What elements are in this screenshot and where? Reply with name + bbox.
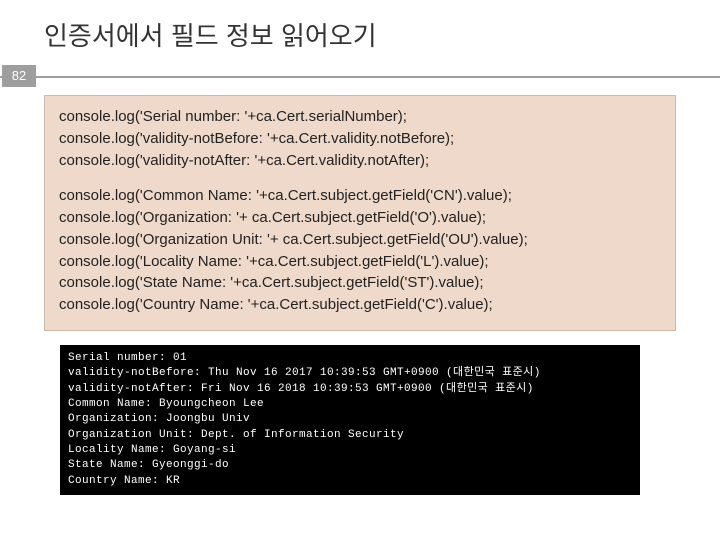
slide: 인증서에서 필드 정보 읽어오기 82 console.log('Serial … bbox=[0, 0, 720, 540]
terminal-line: Serial number: 01 bbox=[68, 351, 632, 366]
code-line: console.log('Organization Unit: '+ ca.Ce… bbox=[59, 229, 661, 251]
code-line: console.log('Organization: '+ ca.Cert.su… bbox=[59, 207, 661, 229]
terminal-output: Serial number: 01 validity-notBefore: Th… bbox=[60, 345, 640, 496]
code-blank-line bbox=[59, 171, 661, 185]
terminal-line: Common Name: Byoungcheon Lee bbox=[68, 397, 632, 412]
horizontal-rule bbox=[0, 76, 720, 78]
code-block: console.log('Serial number: '+ca.Cert.se… bbox=[44, 95, 676, 331]
code-line: console.log('validity-notAfter: '+ca.Cer… bbox=[59, 150, 661, 172]
terminal-line: Country Name: KR bbox=[68, 474, 632, 489]
page-title: 인증서에서 필드 정보 읽어오기 bbox=[0, 0, 720, 53]
page-number-badge: 82 bbox=[2, 65, 36, 87]
code-line: console.log('State Name: '+ca.Cert.subje… bbox=[59, 272, 661, 294]
code-line: console.log('Country Name: '+ca.Cert.sub… bbox=[59, 294, 661, 316]
code-line: console.log('Locality Name: '+ca.Cert.su… bbox=[59, 251, 661, 273]
terminal-line: validity-notAfter: Fri Nov 16 2018 10:39… bbox=[68, 382, 632, 397]
terminal-line: State Name: Gyeonggi-do bbox=[68, 458, 632, 473]
title-rule: 82 bbox=[0, 65, 720, 87]
code-line: console.log('Common Name: '+ca.Cert.subj… bbox=[59, 185, 661, 207]
terminal-line: validity-notBefore: Thu Nov 16 2017 10:3… bbox=[68, 366, 632, 381]
terminal-line: Locality Name: Goyang-si bbox=[68, 443, 632, 458]
terminal-line: Organization: Joongbu Univ bbox=[68, 412, 632, 427]
code-line: console.log('Serial number: '+ca.Cert.se… bbox=[59, 106, 661, 128]
code-line: console.log('validity-notBefore: '+ca.Ce… bbox=[59, 128, 661, 150]
terminal-line: Organization Unit: Dept. of Information … bbox=[68, 428, 632, 443]
